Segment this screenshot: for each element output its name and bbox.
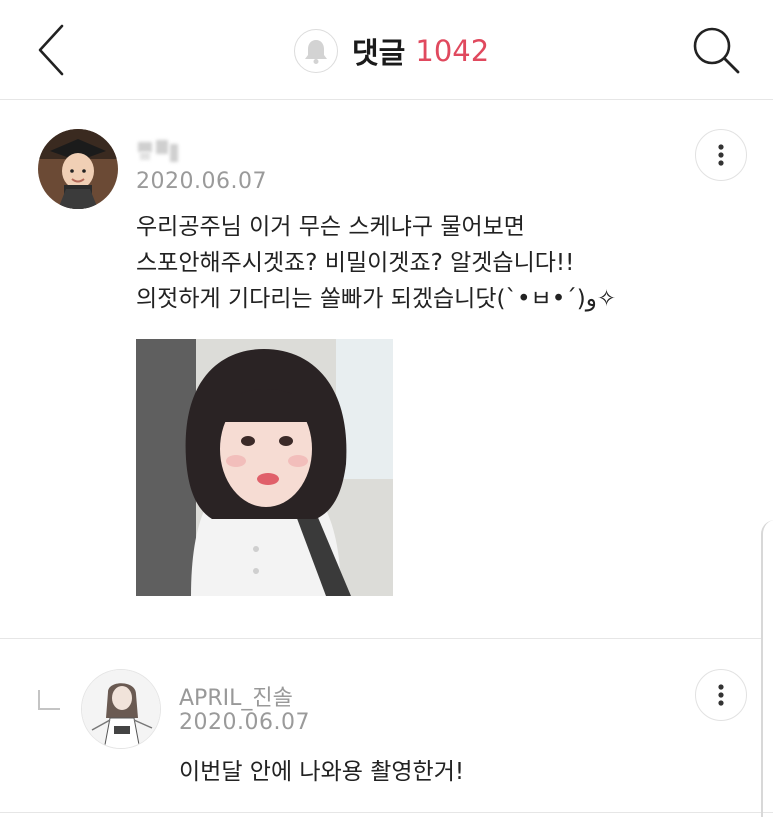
comment-text: 이번달 안에 나와용 촬영한거! xyxy=(179,759,465,785)
author-name-obscured xyxy=(136,138,180,164)
bell-icon[interactable] xyxy=(294,29,338,73)
author-name[interactable]: APRIL_진솔 xyxy=(179,680,293,712)
search-icon[interactable] xyxy=(688,22,744,78)
comment-divider xyxy=(0,812,773,813)
back-arrow-icon[interactable] xyxy=(30,22,80,78)
comment-divider xyxy=(0,638,761,639)
comment-date: 2020.06.07 xyxy=(179,710,310,735)
page-title: 댓글 xyxy=(352,36,406,70)
header-title-group: 댓글 1042 xyxy=(294,28,489,74)
comment-photo[interactable] xyxy=(136,339,393,596)
comment-date: 2020.06.07 xyxy=(136,169,267,194)
comment-text: 우리공주님 이거 무슨 스케냐구 물어보면 스포안해주시겟죠? 비밀이겟죠? 알… xyxy=(136,214,617,312)
more-options-icon[interactable] xyxy=(695,129,747,181)
reply-indicator-icon xyxy=(38,690,60,710)
comment-count: 1042 xyxy=(415,34,490,68)
app-header: 댓글 1042 xyxy=(0,0,773,100)
avatar[interactable] xyxy=(38,129,118,209)
scrollbar-edge[interactable] xyxy=(761,520,773,817)
avatar[interactable] xyxy=(81,669,161,749)
more-options-icon[interactable] xyxy=(695,669,747,721)
